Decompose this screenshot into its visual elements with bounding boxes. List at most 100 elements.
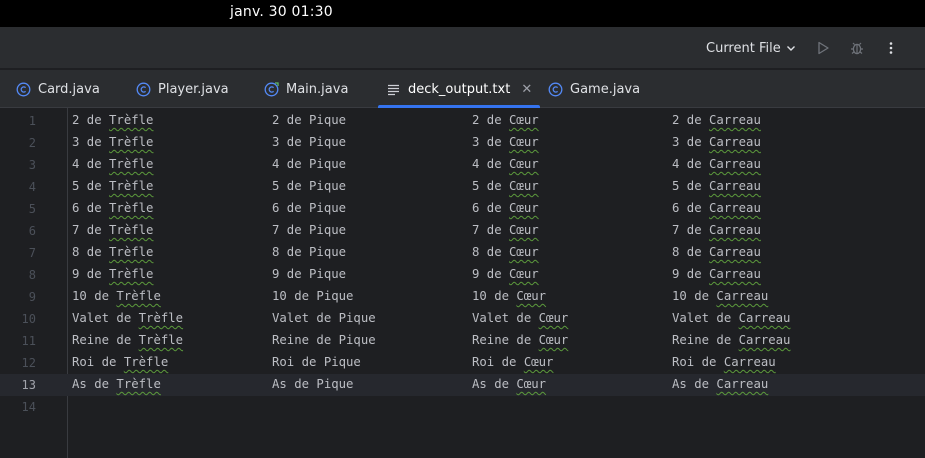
tab-card-java[interactable]: Card.java — [6, 70, 110, 108]
card-text: 5 de Trèfle — [72, 179, 154, 193]
editor-line[interactable]: 5 6 de Trèfle 6 de Pique 6 de Cœur 6 de Carr… — [0, 198, 925, 220]
close-icon[interactable]: ✕ — [521, 83, 532, 96]
card-text: 4 de Pique — [272, 157, 347, 171]
spellcheck-word: Carreau — [709, 157, 761, 171]
editor-line[interactable]: 13 As de Trèfle As de Pique As de Cœur As de… — [0, 374, 925, 396]
spellcheck-word: Carreau — [709, 223, 761, 237]
card-text: 2 de Cœur — [472, 113, 539, 127]
card-text: 2 de Pique — [272, 113, 347, 127]
card-text: 6 de Carreau — [672, 201, 761, 215]
line-number: 7 — [28, 246, 36, 260]
text-file-icon — [386, 82, 401, 97]
spellcheck-word: Cœur — [523, 355, 554, 369]
spellcheck-word: Cœur — [538, 333, 569, 347]
tab-deck-output-txt[interactable]: deck_output.txt ✕ — [376, 70, 542, 108]
editor-line[interactable]: 2 3 de Trèfle 3 de Pique 3 de Cœur 3 de Carr… — [0, 132, 925, 154]
card-text: Reine de Carreau — [672, 333, 791, 347]
tab-main-java[interactable]: Main.java — [254, 70, 358, 108]
spellcheck-word: Cœur — [509, 267, 539, 281]
card-text: 3 de Cœur — [472, 135, 539, 149]
card-text: 7 de Carreau — [672, 223, 761, 237]
more-actions-button[interactable] — [878, 35, 904, 61]
main-toolbar: Current File — [0, 27, 925, 69]
editor-line[interactable]: 12 Roi de Trèfle Roi de Pique Roi de Cœur Ro… — [0, 352, 925, 374]
editor-line[interactable]: 6 7 de Trèfle 7 de Pique 7 de Cœur 7 de Carr… — [0, 220, 925, 242]
run-button[interactable] — [810, 35, 836, 61]
card-text: 7 de Pique — [272, 223, 347, 237]
spellcheck-word: Carreau — [709, 201, 761, 215]
editor-line[interactable]: 10 Valet de Trèfle Valet de Pique Valet de … — [0, 308, 925, 330]
spellcheck-word: Trèfle — [138, 333, 184, 347]
tab-label: Game.java — [570, 81, 641, 97]
card-text: 4 de Trèfle — [72, 157, 154, 171]
line-number: 6 — [28, 224, 36, 238]
line-number: 1 — [28, 114, 36, 128]
line-number: 5 — [28, 202, 36, 216]
line-number: 11 — [21, 334, 36, 348]
tab-label: Card.java — [38, 81, 100, 97]
editor-line[interactable]: 14 — [0, 396, 925, 418]
line-number: 13 — [21, 378, 36, 392]
editor-line[interactable]: 4 5 de Trèfle 5 de Pique 5 de Cœur 5 de Carr… — [0, 176, 925, 198]
text-editor[interactable]: 1 2 de Trèfle 2 de Pique 2 de Cœur 2 de Carr… — [0, 108, 925, 458]
line-number: 3 — [28, 158, 36, 172]
card-text: Valet de Cœur — [472, 311, 569, 325]
card-text: 8 de Carreau — [672, 245, 761, 259]
editor-line[interactable]: 3 4 de Trèfle 4 de Pique 4 de Cœur 4 de Carr… — [0, 154, 925, 176]
tab-label: Player.java — [158, 81, 229, 97]
spellcheck-word: Cœur — [538, 311, 569, 325]
spellcheck-word: Cœur — [509, 223, 539, 237]
card-text: 3 de Carreau — [672, 135, 761, 149]
card-text: Valet de Pique — [272, 311, 376, 325]
debug-button[interactable] — [844, 35, 870, 61]
spellcheck-word: Cœur — [516, 289, 547, 303]
spellcheck-word: Trèfle — [109, 245, 154, 259]
editor-line[interactable]: 11 Reine de Trèfle Reine de Pique Reine de … — [0, 330, 925, 352]
tab-label: Main.java — [286, 81, 349, 97]
spellcheck-word: Cœur — [516, 377, 547, 391]
spellcheck-word: Trèfle — [138, 311, 184, 325]
card-text: Roi de Carreau — [672, 355, 776, 369]
spellcheck-word: Cœur — [509, 201, 539, 215]
spellcheck-word: Trèfle — [109, 113, 154, 127]
editor-line[interactable]: 8 9 de Trèfle 9 de Pique 9 de Cœur 9 de Carr… — [0, 264, 925, 286]
card-text: 9 de Pique — [272, 267, 347, 281]
spellcheck-word: Cœur — [509, 245, 539, 259]
card-text: 7 de Cœur — [472, 223, 539, 237]
spellcheck-word: Carreau — [709, 245, 761, 259]
editor-tab-bar: Card.java Player.java Main.java deck_out… — [0, 70, 925, 108]
card-text: Reine de Trèfle — [72, 333, 184, 347]
editor-line[interactable]: 7 8 de Trèfle 8 de Pique 8 de Cœur 8 de Carr… — [0, 242, 925, 264]
card-text: 5 de Carreau — [672, 179, 761, 193]
line-number: 4 — [28, 180, 36, 194]
spellcheck-word: Carreau — [709, 179, 761, 193]
more-vertical-icon — [889, 42, 893, 54]
system-clock[interactable]: janv. 30 01:30 — [230, 4, 333, 20]
card-text: Reine de Cœur — [472, 333, 569, 347]
card-text: 3 de Trèfle — [72, 135, 154, 149]
editor-line[interactable]: 9 10 de Trèfle 10 de Pique 10 de Cœur 10 de … — [0, 286, 925, 308]
tab-player-java[interactable]: Player.java — [126, 70, 239, 108]
run-configuration-selector[interactable]: Current File — [698, 35, 805, 61]
line-number: 9 — [28, 290, 36, 304]
spellcheck-word: Carreau — [716, 289, 769, 303]
card-text: 5 de Cœur — [472, 179, 539, 193]
card-text: 5 de Pique — [272, 179, 347, 193]
editor-line[interactable]: 1 2 de Trèfle 2 de Pique 2 de Cœur 2 de Carr… — [0, 110, 925, 132]
spellcheck-word: Trèfle — [116, 377, 161, 391]
card-text: As de Carreau — [672, 377, 769, 391]
spellcheck-word: Cœur — [509, 179, 539, 193]
spellcheck-word: Cœur — [509, 157, 539, 171]
bug-icon — [851, 42, 863, 55]
spellcheck-word: Cœur — [509, 113, 539, 127]
card-text: 2 de Carreau — [672, 113, 761, 127]
card-text: Valet de Carreau — [672, 311, 791, 325]
card-text: 9 de Carreau — [672, 267, 761, 281]
spellcheck-word: Carreau — [716, 377, 769, 391]
card-text: 10 de Cœur — [472, 289, 547, 303]
spellcheck-word: Trèfle — [109, 157, 154, 171]
tab-game-java[interactable]: Game.java — [538, 70, 650, 108]
line-number: 14 — [21, 400, 36, 414]
card-text: 4 de Cœur — [472, 157, 539, 171]
card-text: 4 de Carreau — [672, 157, 761, 171]
